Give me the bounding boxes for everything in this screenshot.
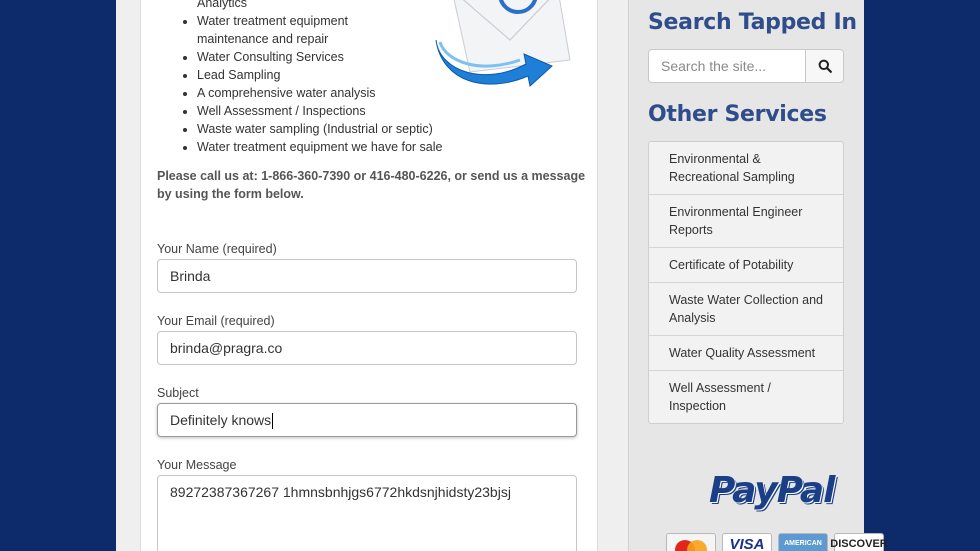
name-field[interactable]: Brinda (157, 259, 577, 293)
list-item: Analytics (197, 0, 248, 10)
paypal-logo: PayPal (709, 470, 835, 511)
name-label: Your Name (required) (157, 242, 277, 256)
search-icon (818, 59, 832, 73)
email-field-value: brinda@pragra.co (170, 340, 283, 356)
sidebar-item-well-assessment[interactable]: Well Assessment / Inspection (649, 370, 843, 423)
email-field[interactable]: brinda@pragra.co (157, 331, 577, 365)
amex-icon: AMERICAN (778, 533, 828, 551)
services-list: Analytics Water treatment equipment main… (179, 0, 443, 156)
search-heading: Search Tapped In (648, 10, 857, 35)
list-item: Water treatment equipment (197, 12, 443, 30)
mail-envelope-icon (435, 0, 571, 87)
visa-icon: VISA (722, 533, 772, 551)
contact-callout: Please call us at: 1-866-360-7390 or 416… (157, 169, 586, 201)
search-input[interactable]: Search the site... (648, 49, 806, 83)
email-label: Your Email (required) (157, 314, 275, 328)
list-item: maintenance and repair (197, 32, 329, 46)
services-heading: Other Services (648, 102, 827, 127)
list-item: Water Consulting Services (197, 48, 443, 66)
list-item: A comprehensive water analysis (197, 84, 443, 102)
name-field-value: Brinda (170, 268, 211, 284)
sidebar-item-environmental-sampling[interactable]: Environmental & Recreational Sampling (649, 142, 843, 194)
mastercard-logo (675, 540, 707, 551)
list-item: Well Assessment / Inspections (197, 102, 443, 120)
subject-field[interactable]: Definitely knows (157, 403, 577, 437)
search-button[interactable] (805, 49, 844, 83)
subject-label: Subject (157, 386, 199, 400)
discover-icon: DISCOVER (830, 533, 888, 551)
text-caret (272, 413, 274, 430)
sidebar-item-waste-water[interactable]: Waste Water Collection and Analysis (649, 282, 843, 335)
message-field[interactable]: 89272387367267 1hmnsbnhjgs6772hkdsnjhids… (157, 475, 577, 551)
subject-field-value: Definitely knows (170, 412, 272, 428)
sidebar-item-engineer-reports[interactable]: Environmental Engineer Reports (649, 194, 843, 247)
payment-cards: VISA AMERICAN DISCOVER (666, 533, 888, 551)
message-label: Your Message (157, 458, 237, 472)
list-item: Lead Sampling (197, 66, 443, 84)
other-services-list: Environmental & Recreational Sampling En… (648, 141, 844, 424)
list-item: Water treatment equipment we have for sa… (197, 138, 443, 156)
sidebar-item-potability[interactable]: Certificate of Potability (649, 247, 843, 282)
sidebar-item-water-quality[interactable]: Water Quality Assessment (649, 335, 843, 370)
mastercard-icon (666, 533, 716, 551)
message-field-value: 89272387367267 1hmnsbnhjgs6772hkdsnjhids… (170, 484, 511, 500)
list-item: Waste water sampling (Industrial or sept… (197, 120, 443, 138)
search-placeholder: Search the site... (661, 58, 767, 74)
